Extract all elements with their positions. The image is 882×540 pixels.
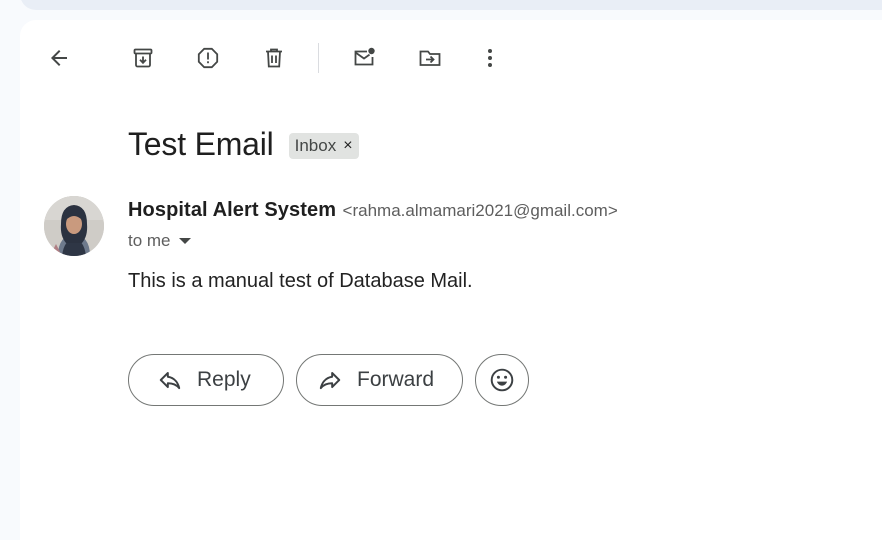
- recipient-text: to me: [128, 231, 171, 250]
- remove-label-icon[interactable]: ×: [343, 137, 352, 155]
- sender-email: <rahma.almamari2021@gmail.com>: [342, 201, 618, 220]
- label-chip-text: Inbox: [294, 136, 337, 155]
- move-to-icon: [419, 50, 441, 66]
- top-strip: [20, 0, 882, 10]
- report-spam-button[interactable]: [188, 38, 228, 78]
- inbox-label-chip[interactable]: Inbox ×: [288, 133, 359, 159]
- back-button[interactable]: [39, 38, 79, 78]
- more-options-button[interactable]: [470, 38, 510, 78]
- emoji-reaction-button[interactable]: [475, 354, 529, 406]
- delete-button[interactable]: [254, 38, 294, 78]
- delete-icon: [266, 48, 282, 68]
- reply-actions: Reply Forward: [128, 354, 529, 406]
- forward-label: Forward: [357, 368, 435, 391]
- move-to-button[interactable]: [410, 38, 450, 78]
- report-spam-icon: [197, 47, 219, 69]
- subject-row: Test Email Inbox ×: [128, 124, 359, 164]
- email-body: This is a manual test of Database Mail.: [128, 270, 473, 292]
- more-vert-icon: [488, 49, 492, 67]
- mark-unread-button[interactable]: [344, 38, 384, 78]
- forward-button[interactable]: Forward: [296, 354, 463, 406]
- reply-button[interactable]: Reply: [128, 354, 284, 406]
- archive-icon: [133, 48, 153, 68]
- email-toolbar: [20, 20, 882, 96]
- reply-label: Reply: [197, 368, 251, 391]
- archive-button[interactable]: [123, 38, 163, 78]
- sender-avatar-image: [44, 196, 104, 256]
- avatar[interactable]: [44, 196, 104, 256]
- toolbar-divider: [318, 43, 319, 73]
- emoji-reaction-icon: [490, 368, 514, 392]
- recipient-row[interactable]: to me: [128, 231, 191, 251]
- sender-row: Hospital Alert System <rahma.almamari202…: [128, 199, 618, 222]
- forward-icon: [319, 371, 341, 390]
- recipient-details-caret-icon[interactable]: [178, 238, 191, 244]
- email-subject: Test Email: [128, 126, 274, 162]
- sender-name[interactable]: Hospital Alert System: [128, 199, 336, 221]
- email-view: Test Email Inbox × Hospital Alert System…: [20, 20, 882, 540]
- reply-icon: [159, 371, 181, 390]
- back-arrow-icon: [51, 50, 67, 66]
- mark-unread-icon: [354, 47, 375, 66]
